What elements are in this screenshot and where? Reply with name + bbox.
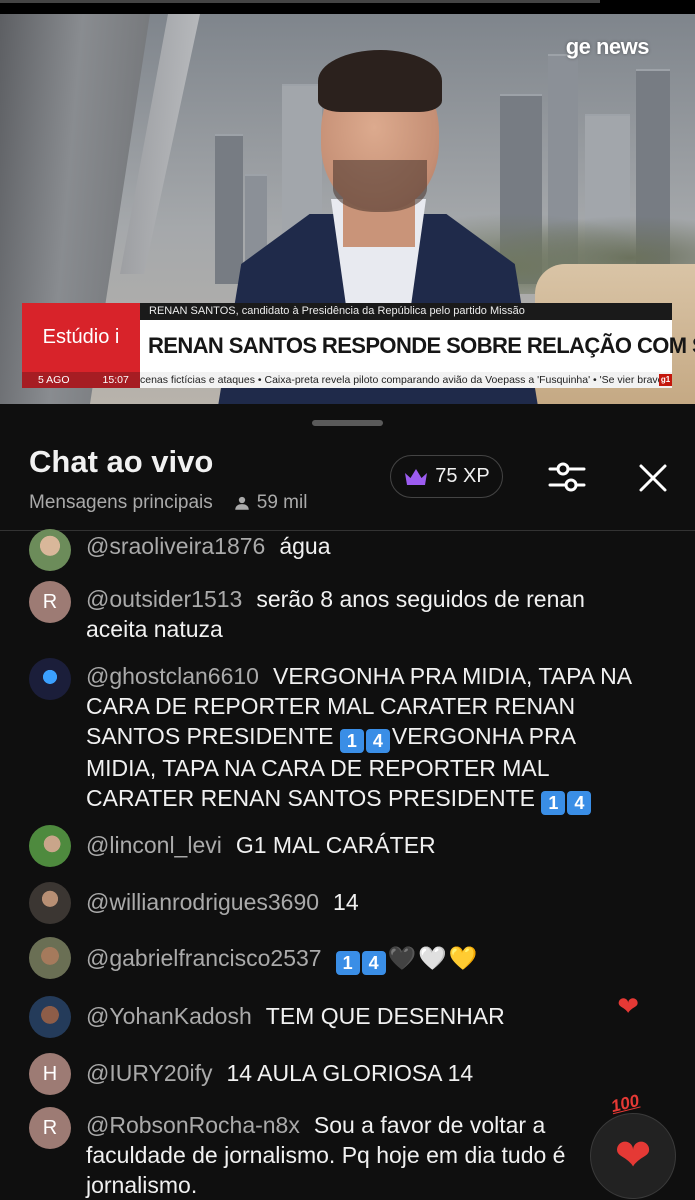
message-text: 14 — [333, 889, 359, 915]
close-icon[interactable] — [636, 461, 670, 495]
keycap-four: 4 — [567, 791, 592, 815]
avatar[interactable] — [29, 825, 71, 867]
chat-message[interactable]: R @outsider1513 serão 8 anos seguidos de … — [29, 581, 649, 644]
avatar[interactable]: R — [29, 581, 71, 623]
message-hearts: 🖤🤍💛 — [387, 945, 480, 971]
chat-message[interactable]: R @RobsonRocha-n8x Sou a favor de voltar … — [29, 1107, 604, 1200]
ticker-date: 5 AGO — [38, 374, 70, 386]
reaction-button[interactable]: ❤ — [590, 1113, 676, 1199]
message-author[interactable]: @willianrodrigues3690 — [86, 889, 319, 915]
lower-third: Estúdio i RENAN SANTOS, candidato à Pres… — [22, 303, 695, 388]
avatar[interactable] — [29, 937, 71, 979]
viewer-count-label: 59 mil — [256, 492, 308, 513]
avatar-letter: R — [42, 1116, 58, 1139]
chat-message[interactable]: @YohanKadosh TEM QUE DESENHAR — [29, 996, 649, 1038]
message-author[interactable]: @gabrielfrancisco2537 — [86, 945, 322, 971]
keycap-one: 1 — [541, 791, 566, 815]
news-ticker: 5 AGO 15:07 cenas fictícias e ataques • Ca… — [22, 372, 672, 388]
message-author[interactable]: @outsider1513 — [86, 586, 242, 612]
drag-handle[interactable] — [312, 420, 383, 426]
caption-top: RENAN SANTOS, candidato à Presidência da… — [140, 303, 672, 320]
chat-mode-selector[interactable]: Mensagens principais — [29, 492, 213, 514]
chat-message[interactable]: @linconl_levi G1 MAL CARÁTER — [29, 825, 649, 867]
program-label: Estúdio i — [22, 303, 140, 372]
message-author[interactable]: @YohanKadosh — [86, 1003, 252, 1029]
chat-subtitle: Mensagens principais 59 mil — [29, 492, 307, 514]
speaker-beard — [333, 160, 427, 212]
avatar[interactable] — [29, 658, 71, 700]
g1-badge: g1 — [659, 374, 672, 386]
ticker-text: cenas fictícias e ataques • Caixa-preta … — [140, 374, 664, 386]
heart-icon: ❤ — [617, 991, 639, 1021]
xp-label: 75 XP — [435, 465, 490, 487]
ticker-time: 15:07 — [102, 374, 129, 386]
xp-button[interactable]: 75 XP — [390, 455, 503, 498]
avatar[interactable] — [29, 996, 71, 1038]
avatar[interactable]: R — [29, 1107, 71, 1149]
status-strip — [0, 0, 695, 14]
chat-message[interactable]: @willianrodrigues3690 14 — [29, 882, 649, 924]
message-author[interactable]: @RobsonRocha-n8x — [86, 1112, 300, 1138]
sliders-icon[interactable] — [547, 459, 587, 495]
avatar[interactable] — [29, 882, 71, 924]
crown-icon — [405, 468, 428, 485]
viewer-count: 59 mil — [233, 492, 308, 514]
message-author[interactable]: @linconl_levi — [86, 832, 222, 858]
heart-icon: ❤ — [614, 1131, 652, 1180]
keycap-one: 1 — [339, 729, 364, 753]
message-text: 14 AULA GLORIOSA 14 — [226, 1060, 474, 1086]
message-text: G1 MAL CARÁTER — [235, 832, 436, 858]
video-player[interactable]: ge news Estúdio i RENAN SANTOS, candidat… — [0, 14, 695, 404]
avatar[interactable] — [29, 529, 71, 571]
message-author[interactable]: @IURY20ify — [86, 1060, 212, 1086]
keycap-four: 4 — [361, 951, 386, 975]
headline: RENAN SANTOS RESPONDE SOBRE RELAÇÃO COM … — [140, 320, 695, 372]
message-author[interactable]: @sraoliveira1876 — [86, 533, 265, 559]
chat-title: Chat ao vivo — [29, 444, 214, 479]
ticker-datetime: 5 AGO 15:07 — [22, 372, 140, 388]
keycap-four: 4 — [365, 729, 390, 753]
chat-message[interactable]: @gabrielfrancisco2537 1 4 🖤🤍💛 — [29, 937, 649, 979]
message-author[interactable]: @ghostclan6610 — [86, 663, 259, 689]
avatar-letter: R — [42, 590, 58, 613]
speaker-hair — [318, 50, 442, 112]
avatar[interactable]: H — [29, 1053, 71, 1095]
message-text: água — [279, 533, 331, 559]
chat-message[interactable]: @ghostclan6610 VERGONHA PRA MIDIA, TAPA N… — [29, 658, 649, 815]
chat-message[interactable]: H @IURY20ify 14 AULA GLORIOSA 14 — [29, 1053, 649, 1095]
person-icon — [235, 496, 249, 510]
chat-message[interactable]: @sraoliveira1876 água — [29, 529, 649, 571]
message-text: TEM QUE DESENHAR — [265, 1003, 505, 1029]
keycap-one: 1 — [335, 951, 360, 975]
channel-logo: ge news — [565, 34, 650, 59]
avatar-letter: H — [42, 1062, 58, 1085]
